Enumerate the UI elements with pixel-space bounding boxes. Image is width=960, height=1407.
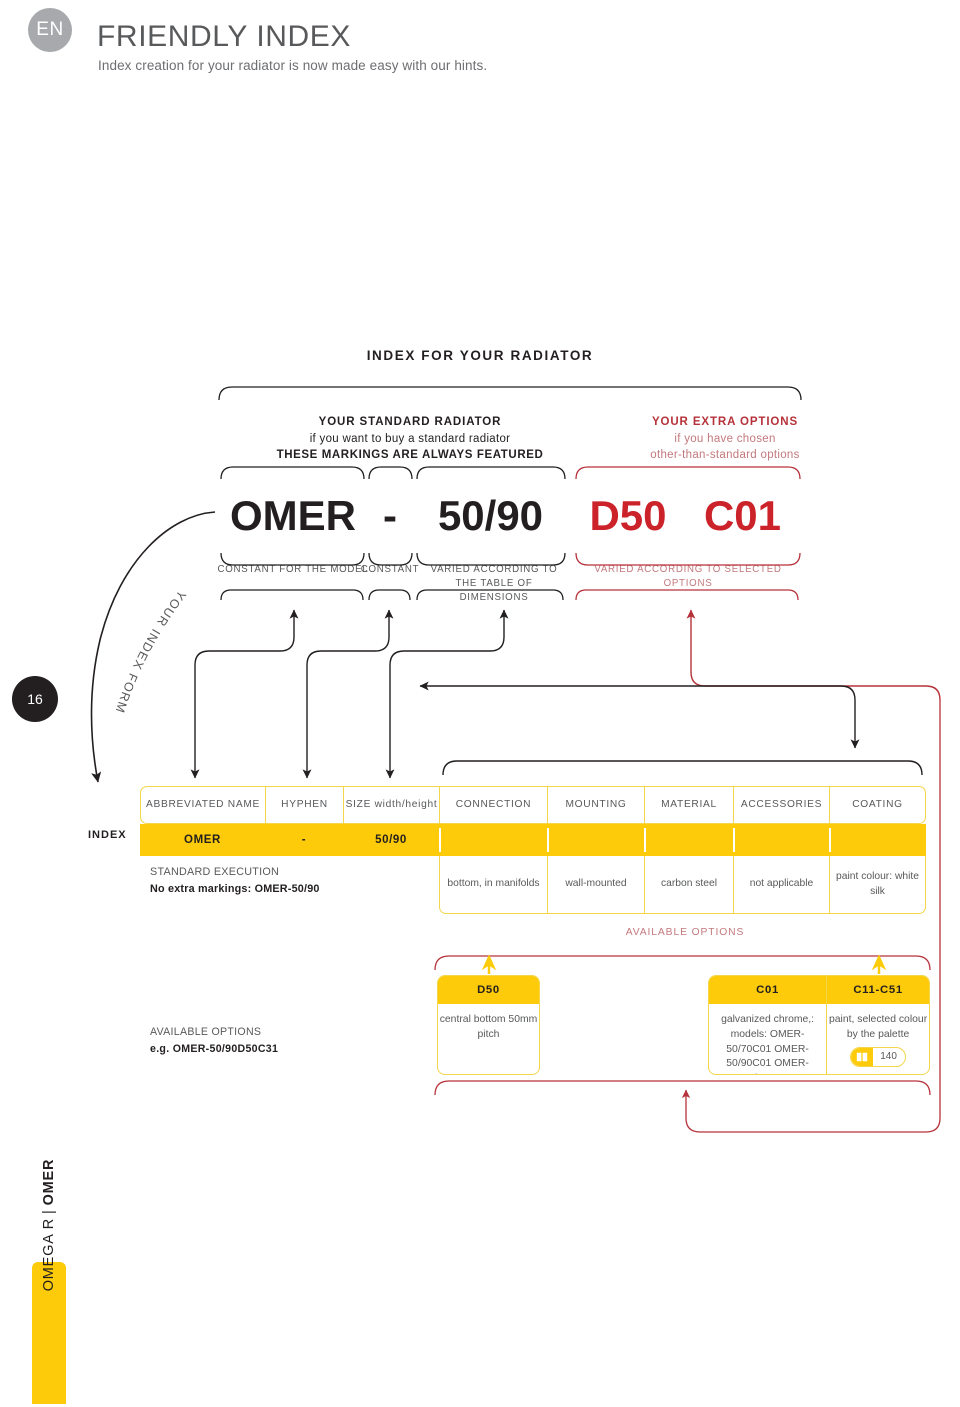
option-card-c11-c51-code: C11-C51 <box>827 976 929 1004</box>
brace-extra-top <box>575 466 801 480</box>
index-form-curved-label: YOUR INDEX FORM <box>112 588 188 716</box>
table-desc-accessories: not applicable <box>734 856 830 913</box>
available-options-note-line2: e.g. OMER-50/90D50C31 <box>150 1042 279 1055</box>
page-number-badge: 16 <box>12 676 58 722</box>
available-options-note-line1: AVAILABLE OPTIONS <box>150 1026 262 1038</box>
option-card-c01-body: galvanized chrome,: models: OMER-50/70C0… <box>721 1014 815 1074</box>
table-value-size: 50/90 <box>375 834 407 846</box>
arrow-up-hyphen <box>306 609 394 666</box>
arrow-left-feedback <box>419 681 856 701</box>
group-extra-title: YOUR EXTRA OPTIONS if you have chosen ot… <box>575 414 875 464</box>
group-extra-line3: other-than-standard options <box>650 449 800 462</box>
option-card-d50-body: central bottom 50mm pitch <box>439 1014 538 1040</box>
option-card-c11-c51-body: paint, selected colour by the palette <box>828 1014 928 1040</box>
brace-options-top <box>434 955 931 971</box>
caption-hyphen: CONSTANT <box>360 564 420 575</box>
page-root: EN FRIENDLY INDEX Index creation for you… <box>0 0 960 1407</box>
code-size: 50/90 <box>437 492 544 539</box>
index-form-label-text: YOUR INDEX FORM <box>112 588 188 716</box>
language-badge: EN <box>28 8 72 52</box>
index-form-arrow <box>90 511 216 783</box>
table-value-abbreviated-name: OMER <box>184 834 221 846</box>
table-header-hyphen: HYPHEN <box>266 787 344 823</box>
table-header-mounting: MOUNTING <box>548 787 645 823</box>
table-value-coating <box>829 824 924 856</box>
code-model: OMER <box>230 492 356 539</box>
footer-brand-omer: OMER <box>41 1158 57 1206</box>
footer-brand-separator: | <box>41 1209 57 1214</box>
table-header-accessories: ACCESSORIES <box>734 787 830 823</box>
caption-model: CONSTANT FOR THE MODEL <box>217 564 369 575</box>
available-options-note: AVAILABLE OPTIONS e.g. OMER-50/90D50C31 <box>150 1024 278 1058</box>
diagram-heading: INDEX FOR YOUR RADIATOR <box>366 348 594 363</box>
table-header-size: SIZE width/height <box>344 787 440 823</box>
index-row-label: INDEX <box>88 829 127 841</box>
brace-options-bottom <box>434 1080 931 1096</box>
arrow-up-size <box>389 609 509 666</box>
brace-model-top <box>220 466 365 480</box>
option-card-d50-code: D50 <box>438 976 539 1004</box>
page-ref-wrapper: 140 <box>827 1043 929 1067</box>
table-header-connection: CONNECTION <box>440 787 548 823</box>
table-desc-mounting: wall-mounted <box>548 856 645 913</box>
option-card-d50: D50 central bottom 50mm pitch <box>437 975 540 1075</box>
option-card-c01: C01 galvanized chrome,: models: OMER-50/… <box>709 976 828 1074</box>
standard-execution-note: STANDARD EXECUTION No extra markings: OM… <box>150 864 320 897</box>
page-reference-number: 140 <box>880 1051 897 1063</box>
page-title: FRIENDLY INDEX <box>97 20 352 53</box>
table-description-row: bottom, in manifolds wall-mounted carbon… <box>439 856 926 914</box>
page-reference-pill[interactable]: 140 <box>850 1046 906 1067</box>
table-header-row: ABBREVIATED NAME HYPHEN SIZE width/heigh… <box>140 786 926 824</box>
table-value-accessories <box>733 824 829 856</box>
brace-outer-top <box>218 386 802 401</box>
option-card-coating: C01 galvanized chrome,: models: OMER-50/… <box>708 975 930 1075</box>
available-options-heading: AVAILABLE OPTIONS <box>625 927 745 938</box>
table-desc-coating: paint colour: white silk <box>836 870 919 897</box>
table-header-abbreviated-name: ABBREVIATED NAME <box>141 787 266 823</box>
group-extra-line1: YOUR EXTRA OPTIONS <box>651 416 799 428</box>
standard-execution-line2: No extra markings: OMER-50/90 <box>150 882 320 895</box>
table-desc-material: carbon steel <box>645 856 734 913</box>
group-extra-line2: if you have chosen <box>674 432 776 445</box>
caption-size: VARIED ACCORDING TO THE TABLE OF DIMENSI… <box>430 564 558 603</box>
table-header-material: MATERIAL <box>645 787 734 823</box>
caption-extra: VARIED ACCORDING TO SELECTED OPTIONS <box>594 564 782 589</box>
option-card-c01-code: C01 <box>709 976 827 1004</box>
group-standard-line2: if you want to buy a standard radiator <box>309 432 511 445</box>
standard-execution-line1: STANDARD EXECUTION <box>150 866 280 878</box>
option-card-c11-c51: C11-C51 paint, selected colour by the pa… <box>827 976 929 1074</box>
group-standard-line1: YOUR STANDARD RADIATOR <box>318 416 502 428</box>
brace-table-options <box>442 760 923 776</box>
code-hyphen: - <box>383 492 397 539</box>
table-value-material <box>644 824 733 856</box>
table-header-coating: COATING <box>852 799 903 811</box>
brace-group-outer <box>218 386 802 401</box>
group-standard-line3: THESE MARKINGS ARE ALWAYS FEATURED <box>276 449 544 462</box>
diagram-connectors <box>90 386 941 1133</box>
code-option-c: C01 <box>703 492 782 539</box>
table-value-hyphen: - <box>301 834 307 846</box>
brace-hyphen-caption <box>368 589 411 601</box>
arrow-up-extra <box>686 609 941 701</box>
book-icon <box>851 1047 874 1066</box>
brace-model-caption <box>220 589 364 601</box>
table-value-connection <box>439 824 547 856</box>
arrow-up-model <box>194 609 299 666</box>
page-subtitle: Index creation for your radiator is now … <box>98 58 488 73</box>
code-option-d: D50 <box>589 492 667 539</box>
footer-brand-omega: OMEGA R <box>41 1218 57 1292</box>
brace-hyphen-top <box>368 466 413 480</box>
table-desc-connection: bottom, in manifolds <box>440 856 548 913</box>
group-standard-title: YOUR STANDARD RADIATOR if you want to bu… <box>215 414 605 464</box>
table-value-mounting <box>547 824 644 856</box>
table-value-row: OMER - 50/90 <box>140 824 926 856</box>
footer-brand-text: OMEGA R | OMER <box>32 1154 66 1296</box>
brace-size-top <box>416 466 566 480</box>
brace-extra-caption <box>575 589 799 601</box>
